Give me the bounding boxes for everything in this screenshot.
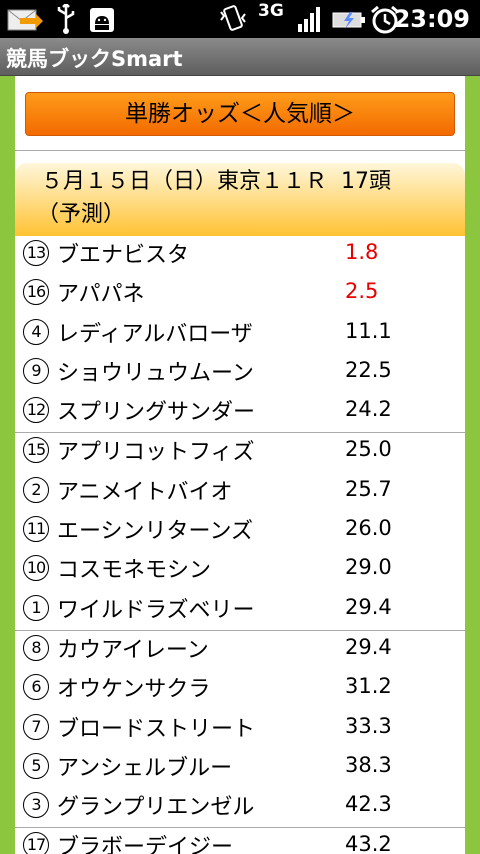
horse-row[interactable]: 12 スプリングサンダー 24.2: [15, 393, 465, 432]
horse-row[interactable]: 13 ブエナビスタ 1.8: [15, 236, 465, 275]
horse-name: ショウリュウムーン: [57, 360, 254, 386]
horse-odds: 26.0: [345, 516, 392, 541]
prediction-note: （予測）: [37, 202, 126, 227]
horse-number-badge: 16: [23, 279, 49, 306]
horse-odds: 22.5: [345, 357, 392, 382]
horse-number-badge: 12: [23, 397, 49, 424]
race-info-box: ５月１５日（日）東京１１Ｒ 17頭 （予測）: [15, 163, 465, 236]
horse-row[interactable]: 6 オウケンサクラ 31.2: [15, 670, 465, 709]
horse-name: エーシンリターンズ: [57, 519, 254, 545]
status-bar: 3G 23:09: [0, 0, 480, 38]
horse-number-badge: 10: [23, 555, 49, 582]
horse-row[interactable]: 1 ワイルドラズベリー 29.4: [15, 591, 465, 630]
horse-odds: 1.8: [345, 240, 379, 264]
horse-odds: 38.3: [345, 752, 392, 777]
battery-charging-icon: [332, 12, 365, 29]
horse-number-badge: 7: [23, 713, 49, 740]
horse-row[interactable]: 16 アパパネ 2.5: [15, 275, 465, 314]
content-panel: 単勝オッズ＜人気順＞ ５月１５日（日）東京１１Ｒ 17頭 （予測） 13 ブエナビス…: [15, 76, 465, 854]
app-title-bar: 競馬ブックSmart: [0, 38, 480, 76]
horse-row[interactable]: 3 グランプリエンゼル 42.3: [15, 788, 465, 827]
horse-row[interactable]: 17 ブラボーデイジー 43.2: [15, 828, 465, 854]
android-debug-icon: [90, 8, 114, 32]
horse-name: アパパネ: [57, 282, 145, 308]
horse-name: レディアルバローザ: [57, 321, 253, 347]
horse-odds: 29.4: [345, 634, 392, 659]
odds-ranking-button[interactable]: 単勝オッズ＜人気順＞: [25, 92, 455, 136]
race-info: ５月１５日（日）東京１１Ｒ: [41, 169, 328, 194]
horse-name: カウアイレーン: [57, 637, 209, 663]
horse-number-badge: 2: [23, 476, 49, 503]
horse-odds: 24.2: [345, 397, 392, 422]
horse-odds: 33.3: [345, 713, 392, 738]
horse-row[interactable]: 5 アンシェルブルー 38.3: [15, 749, 465, 788]
horse-name: アンシェルブルー: [57, 755, 233, 781]
mail-notification-icon[interactable]: [6, 4, 44, 34]
horse-name: スプリングサンダー: [57, 400, 256, 426]
horse-number-badge: 5: [23, 752, 49, 779]
horse-name: オウケンサクラ: [57, 677, 211, 703]
horse-odds: 42.3: [345, 792, 392, 817]
horse-odds: 43.2: [345, 832, 392, 854]
horse-row[interactable]: 10 コスモネモシン 29.0: [15, 551, 465, 590]
horse-odds: 25.7: [345, 476, 392, 501]
horse-odds-list: 13 ブエナビスタ 1.8 16 アパパネ 2.5 4 レディアルバローザ 11.1 9 ショウリュ…: [15, 236, 465, 854]
horse-name: アプリコットフィズ: [57, 440, 255, 466]
horse-number-badge: 4: [23, 318, 49, 345]
horse-name: グランプリエンゼル: [57, 795, 255, 821]
horse-number-badge: 3: [23, 792, 49, 819]
signal-strength-icon: [298, 7, 320, 32]
horse-row[interactable]: 15 アプリコットフィズ 25.0: [15, 433, 465, 472]
app-title: 競馬ブックSmart: [6, 47, 183, 71]
horse-row[interactable]: 2 アニメイトバイオ 25.7: [15, 473, 465, 512]
horse-number-badge: 15: [23, 437, 49, 464]
horse-name: コスモネモシン: [57, 558, 212, 584]
horse-odds: 25.0: [345, 437, 392, 462]
horse-number-badge: 13: [23, 240, 49, 266]
horse-count: 17頭: [341, 169, 392, 194]
divider: [15, 150, 465, 151]
horse-row[interactable]: 9 ショウリュウムーン 22.5: [15, 354, 465, 393]
network-type-label: 3G: [258, 1, 284, 21]
horse-number-badge: 17: [23, 832, 49, 854]
horse-number-badge: 9: [23, 357, 49, 384]
horse-row[interactable]: 4 レディアルバローザ 11.1: [15, 315, 465, 354]
horse-name: ワイルドラズベリー: [57, 597, 255, 623]
horse-name: ブラボーデイジー: [57, 835, 234, 854]
horse-name: ブエナビスタ: [57, 243, 190, 268]
horse-odds: 2.5: [345, 279, 379, 304]
horse-row[interactable]: 8 カウアイレーン 29.4: [15, 631, 465, 670]
usb-icon: [57, 4, 75, 34]
horse-odds: 29.4: [345, 594, 392, 619]
horse-odds: 31.2: [345, 674, 392, 699]
horse-odds: 11.1: [345, 318, 392, 343]
horse-name: アニメイトバイオ: [57, 479, 233, 505]
horse-number-badge: 8: [23, 634, 49, 661]
horse-number-badge: 6: [23, 674, 49, 701]
horse-row[interactable]: 11 エーシンリターンズ 26.0: [15, 512, 465, 551]
horse-number-badge: 1: [23, 594, 49, 621]
horse-row[interactable]: 7 ブロードストリート 33.3: [15, 710, 465, 749]
horse-number-badge: 11: [23, 516, 49, 543]
horse-odds: 29.0: [345, 555, 392, 580]
clock: 23:09: [393, 5, 470, 33]
horse-name: ブロードストリート: [57, 716, 256, 742]
vibrate-icon: [220, 5, 246, 31]
